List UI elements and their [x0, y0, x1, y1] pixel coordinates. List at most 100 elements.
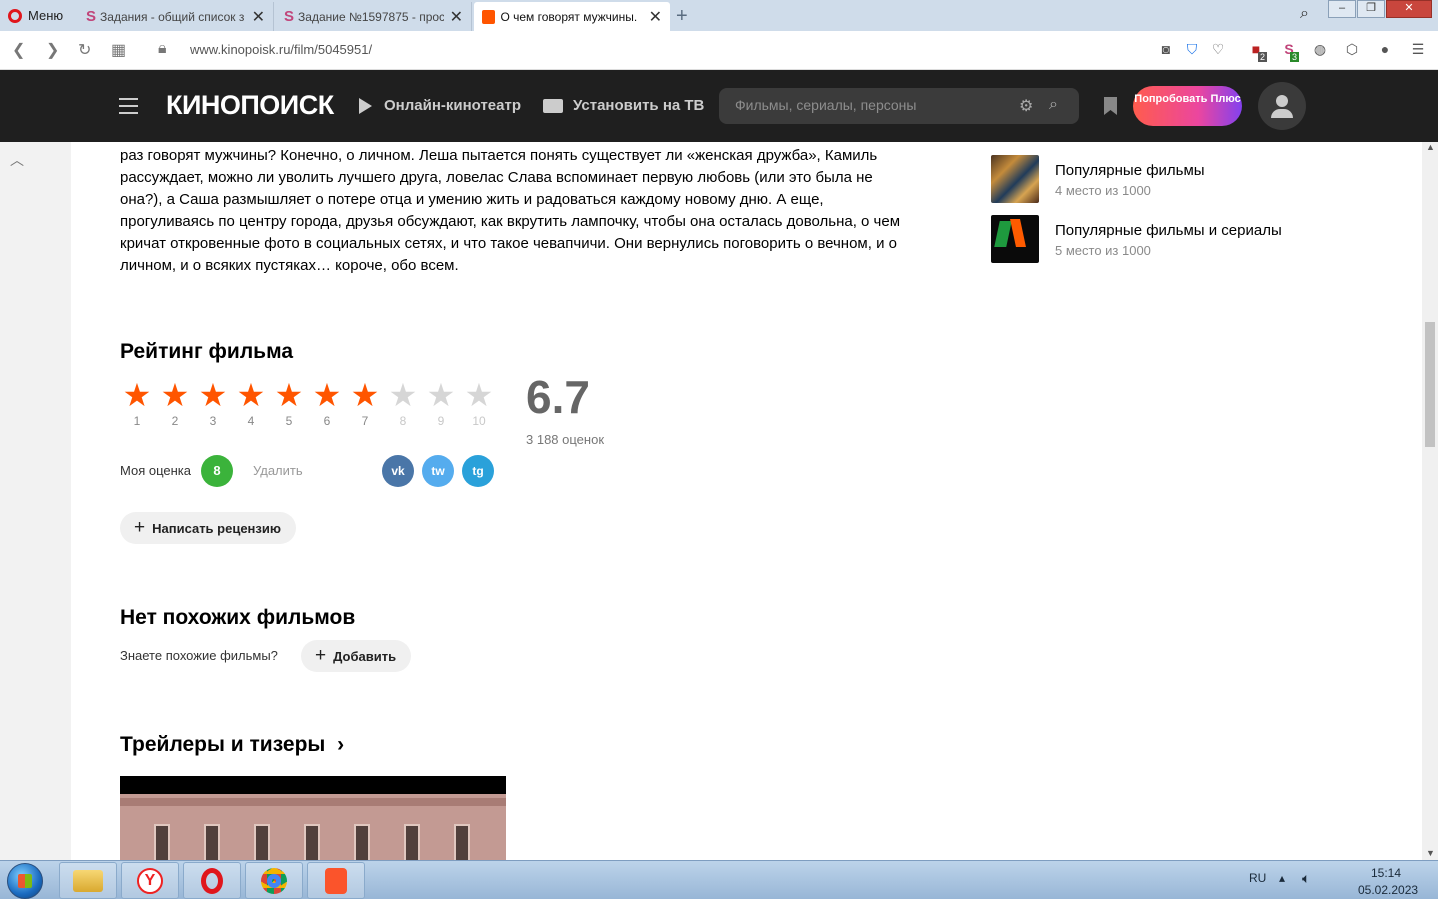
url-field[interactable]: www.kinopoisk.ru/film/5045951/ — [190, 42, 372, 57]
taskbar-explorer[interactable] — [59, 862, 117, 899]
building-window — [254, 824, 270, 860]
extension-count-badge: 2 — [1258, 52, 1268, 62]
star-icon: ★ — [160, 377, 190, 413]
rating-star-4[interactable]: ★ 4 — [234, 379, 268, 428]
list-title[interactable]: Популярные фильмы и сериалы — [1055, 222, 1282, 239]
list-thumbnail — [991, 155, 1039, 203]
scroll-down-icon[interactable]: ▼ — [1426, 848, 1435, 858]
clock-time[interactable]: 15:14 — [1371, 866, 1401, 880]
close-tab-icon[interactable]: ✕ — [450, 7, 463, 27]
vk-share-icon[interactable]: vk — [382, 455, 414, 487]
star-icon: ★ — [464, 377, 494, 413]
close-tab-icon[interactable]: ✕ — [252, 7, 265, 27]
cube-icon[interactable]: ⬡ — [1343, 41, 1361, 59]
rating-star-2[interactable]: ★ 2 — [158, 379, 192, 428]
restore-icon[interactable]: ❐ — [1357, 0, 1385, 18]
try-plus-button[interactable]: Попробовать Плюс — [1133, 86, 1242, 126]
star-icon: ★ — [274, 377, 304, 413]
opera-menu-button[interactable]: Меню — [0, 0, 70, 31]
lock-icon: 🔒︎ — [158, 40, 167, 57]
profile-icon[interactable]: ● — [1376, 41, 1394, 59]
hamburger-menu-icon[interactable] — [119, 98, 138, 119]
taskbar-chrome[interactable] — [245, 862, 303, 899]
rating-star-6[interactable]: ★ 6 — [310, 379, 344, 428]
building-window — [154, 824, 170, 860]
list-position: 5 место из 1000 — [1055, 243, 1151, 258]
camera-icon[interactable]: ◙ — [1157, 41, 1175, 59]
telegram-share-icon[interactable]: tg — [462, 455, 494, 487]
add-similar-button[interactable]: + Добавить — [301, 640, 412, 672]
plus-icon: + — [315, 645, 327, 666]
language-indicator[interactable]: RU — [1249, 871, 1266, 885]
opera-logo-icon — [8, 8, 22, 23]
yandex-browser-icon: Y — [137, 867, 163, 894]
taskbar-yandex[interactable]: Y — [121, 862, 179, 899]
rating-star-10[interactable]: ★ 10 — [462, 379, 496, 428]
close-tab-icon[interactable]: ✕ — [649, 7, 662, 27]
scroll-up-icon[interactable]: ▲ — [1426, 142, 1435, 152]
write-review-button[interactable]: + Написать рецензию — [120, 512, 296, 544]
new-tab-icon[interactable]: + — [676, 5, 688, 28]
trailers-heading[interactable]: Трейлеры и тизеры › — [120, 733, 344, 757]
user-avatar[interactable] — [1258, 82, 1306, 130]
trailer-preview[interactable] — [120, 776, 506, 860]
bookmark-icon[interactable] — [1104, 97, 1117, 115]
building-window — [204, 824, 220, 860]
volume-icon[interactable]: 🔈︎ — [1302, 870, 1310, 887]
clock-date[interactable]: 05.02.2023 — [1358, 883, 1418, 897]
rating-value: 6.7 — [526, 371, 590, 423]
windows-taskbar: Y RU ▴ 🔈︎ 15:14 05.02.2023 — [0, 860, 1438, 899]
taskbar-brave[interactable] — [307, 862, 365, 899]
write-review-label: Написать рецензию — [152, 520, 281, 536]
scroll-thumb[interactable] — [1425, 322, 1435, 447]
similar-heading: Нет похожих фильмов — [120, 606, 356, 629]
back-icon[interactable]: ❮ — [12, 40, 25, 60]
add-similar-label: Добавить — [333, 648, 397, 664]
search-input[interactable] — [735, 97, 1005, 113]
install-tv-link[interactable]: Установить на ТВ — [543, 97, 704, 114]
similar-question: Знаете похожие фильмы? — [120, 648, 278, 663]
rating-star-3[interactable]: ★ 3 — [196, 379, 230, 428]
list-title[interactable]: Популярные фильмы — [1055, 162, 1205, 179]
rating-star-5[interactable]: ★ 5 — [272, 379, 306, 428]
film-synopsis: раз говорят мужчины? Конечно, о личном. … — [120, 147, 901, 274]
rating-star-1[interactable]: ★ 1 — [120, 379, 154, 428]
building-window — [404, 824, 420, 860]
kinopoisk-logo[interactable]: КИНОПОИСК — [166, 90, 334, 121]
start-button[interactable] — [7, 863, 43, 899]
star-number: 7 — [361, 414, 369, 428]
star-number: 6 — [323, 414, 331, 428]
building-window — [354, 824, 370, 860]
page-scrollbar[interactable]: ▲ ▼ — [1422, 142, 1438, 860]
close-window-icon[interactable]: ✕ — [1386, 0, 1432, 18]
rating-star-7[interactable]: ★ 7 — [348, 379, 382, 428]
vpn-globe-icon[interactable]: ◍ — [1311, 41, 1329, 59]
star-icon: ★ — [426, 377, 456, 413]
forward-icon[interactable]: ❯ — [46, 40, 59, 60]
tab-task-detail[interactable]: S Задание №1597875 - прос ✕ — [276, 2, 472, 31]
minimize-icon[interactable]: – — [1328, 0, 1356, 18]
speed-dial-icon[interactable]: ▦ — [111, 40, 126, 60]
twitter-share-icon[interactable]: tw — [422, 455, 454, 487]
heart-icon[interactable]: ♡ — [1209, 41, 1227, 59]
easy-setup-icon[interactable]: ☰ — [1409, 41, 1427, 59]
reload-icon[interactable]: ↻ — [78, 40, 91, 60]
filter-icon[interactable]: ⚙ — [1019, 96, 1033, 116]
left-gutter — [0, 142, 71, 860]
search-icon[interactable]: ⌕ — [1049, 96, 1058, 114]
brave-icon — [325, 867, 347, 894]
tab-search-icon[interactable]: ⌕ — [1300, 5, 1309, 23]
tab-kinopoisk[interactable]: О чем говорят мужчины. ✕ — [474, 2, 670, 31]
address-bar: ❮ ❯ ↻ ▦ 🔒︎ www.kinopoisk.ru/film/5045951… — [0, 31, 1438, 70]
shield-icon[interactable]: ⛉ — [1183, 41, 1201, 59]
install-tv-label: Установить на ТВ — [573, 97, 705, 114]
delete-rating-link[interactable]: Удалить — [253, 463, 303, 478]
star-icon: ★ — [198, 377, 228, 413]
rating-star-9[interactable]: ★ 9 — [424, 379, 458, 428]
chevron-up-icon[interactable]: ︿ — [10, 150, 24, 170]
rating-star-8[interactable]: ★ 8 — [386, 379, 420, 428]
online-cinema-link[interactable]: Онлайн-кинотеатр — [359, 97, 521, 114]
tray-arrow-icon[interactable]: ▴ — [1279, 871, 1285, 885]
taskbar-opera[interactable] — [183, 862, 241, 899]
tab-tasks-list[interactable]: S Задания - общий список з ✕ — [78, 2, 274, 31]
